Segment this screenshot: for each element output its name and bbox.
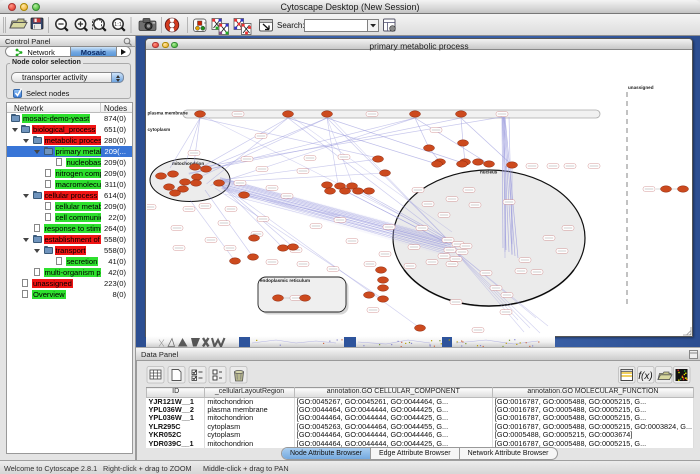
svg-text:1:1: 1:1 [114, 22, 122, 28]
svg-text:plasma membrane: plasma membrane [148, 111, 189, 116]
svg-text:Search:: Search: [277, 21, 305, 30]
svg-text:cytoplasm: cytoplasm [148, 127, 171, 132]
svg-text:unassigned: unassigned [628, 85, 654, 90]
svg-text:f(x): f(x) [638, 371, 652, 382]
svg-text:nucleus: nucleus [480, 170, 498, 175]
svg-text:endoplasmic reticulum: endoplasmic reticulum [260, 278, 310, 283]
